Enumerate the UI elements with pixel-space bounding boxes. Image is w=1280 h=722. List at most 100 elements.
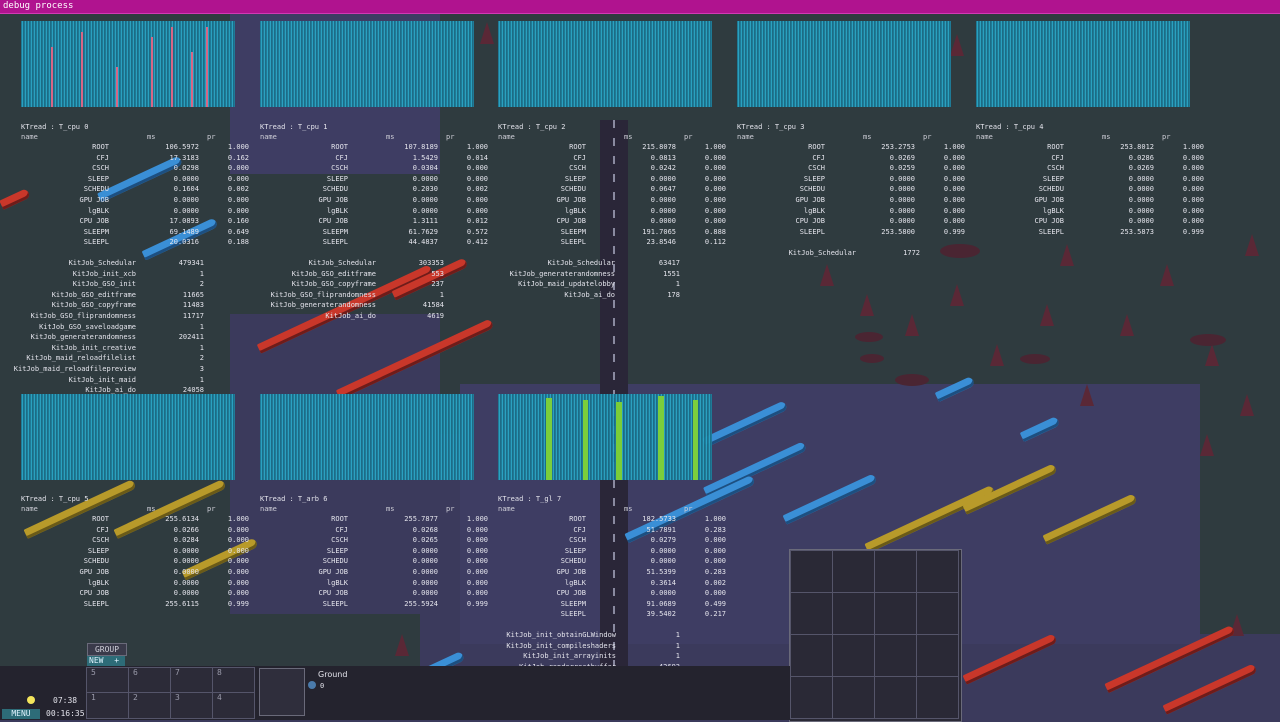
row-name: SCHEDU — [322, 185, 348, 194]
row-name: SLEEP — [326, 546, 348, 555]
job-count: 1 — [675, 652, 680, 661]
row-ms: 0.0000 — [650, 557, 676, 566]
row-pr: 0.000 — [943, 164, 965, 173]
selected-unit-portrait[interactable] — [259, 668, 305, 716]
row-ms: 69.1489 — [169, 227, 199, 236]
row-ms: 44.4837 — [408, 238, 438, 247]
row-name: CFJ — [573, 525, 586, 534]
thread-panel-row: CSCH 0.0304 0.000 — [260, 163, 490, 174]
window-title: debug process — [3, 1, 74, 11]
thread-panel-row: SCHEDU 0.0000 0.000 — [21, 556, 251, 567]
thread-panel-row: SLEEPL 20.0316 0.188 — [21, 237, 251, 248]
job-name: KitJob_generaterandomness — [509, 269, 615, 278]
row-ms: 255.7877 — [404, 515, 438, 523]
group-slot[interactable]: 1 — [86, 692, 129, 719]
row-name: ROOT — [92, 143, 109, 151]
selection-type-label: Ground — [318, 670, 348, 679]
new-group-button[interactable]: NEW + — [87, 656, 125, 666]
group-slot-number: 1 — [91, 693, 96, 702]
row-name: SLEEPL — [560, 610, 586, 619]
row-name: SLEEPM — [560, 227, 586, 236]
row-pr: 0.999 — [466, 599, 488, 608]
row-name: SLEEP — [326, 174, 348, 183]
row-name: GPU JOB — [556, 195, 586, 204]
row-ms: 255.6134 — [165, 515, 199, 523]
group-slot[interactable]: 8 — [212, 667, 255, 693]
row-name: GPU JOB — [1034, 195, 1064, 204]
minimap[interactable] — [789, 549, 962, 722]
job-count: 1 — [675, 641, 680, 650]
tree — [1240, 394, 1254, 416]
thread-panel-row: SCHEDU 0.0000 0.000 — [976, 184, 1206, 195]
row-name: CPU JOB — [318, 589, 348, 598]
row-pr: 0.000 — [227, 546, 249, 555]
row-name: SLEEP — [564, 174, 586, 183]
group-slot[interactable]: 5 — [86, 667, 129, 693]
row-pr: 0.000 — [466, 525, 488, 534]
profiler-graph-cpu3 — [737, 21, 951, 107]
job-name: KitJob_Schedular — [788, 249, 856, 257]
thread-panel: KTread : T_cpu 0 name ms pr ROOT 106.5972 1.00… — [21, 122, 251, 248]
row-pr: 0.000 — [943, 174, 965, 183]
row-ms: 91.0689 — [646, 599, 676, 608]
menu-button[interactable]: MENU — [2, 709, 40, 719]
row-pr: 0.000 — [466, 589, 488, 598]
job-count: 178 — [667, 290, 680, 299]
row-pr: 0.002 — [227, 185, 249, 194]
row-pr: 0.000 — [943, 185, 965, 194]
thread-panel-row: SCHEDU 0.0000 0.000 — [498, 556, 728, 567]
job-count: 2 — [199, 354, 204, 363]
row-name: SLEEPL — [1038, 227, 1064, 236]
group-label: GROUP — [87, 643, 127, 656]
row-ms: 17.0893 — [169, 217, 199, 226]
job-count: 11665 — [182, 290, 204, 299]
group-slot[interactable]: 6 — [128, 667, 171, 693]
row-ms: 20.0316 — [169, 238, 199, 247]
group-slot[interactable]: 3 — [170, 692, 213, 719]
row-name: SCHEDU — [560, 557, 586, 566]
row-ms: 0.0000 — [1128, 174, 1154, 183]
job-count: 303353 — [418, 259, 444, 267]
row-name: CSCH — [569, 536, 586, 545]
row-pr: 0.000 — [227, 589, 249, 598]
row-pr: 0.014 — [466, 153, 488, 162]
row-pr: 0.000 — [466, 206, 488, 215]
row-pr: 0.000 — [943, 206, 965, 215]
row-name: SLEEPM — [83, 227, 109, 236]
row-name: lgBLK — [564, 578, 586, 587]
row-pr: 1.000 — [466, 143, 488, 151]
thread-panel-row: CPU JOB 0.0000 0.000 — [498, 588, 728, 599]
row-ms: 0.0000 — [650, 195, 676, 204]
job-name: KitJob_generaterandomness — [30, 333, 136, 342]
minimap-cell — [790, 676, 833, 719]
thread-panel-row: SLEEPL 44.4837 0.412 — [260, 237, 490, 248]
group-slot[interactable]: 4 — [212, 692, 255, 719]
row-ms: 255.6115 — [165, 599, 199, 608]
row-name: CSCH — [92, 536, 109, 545]
job-name: KitJob_maid_reloadfilepreview — [13, 364, 136, 373]
group-slot[interactable]: 7 — [170, 667, 213, 693]
group-slot[interactable]: 2 — [128, 692, 171, 719]
thread-panel-row: SLEEP 0.0000 0.000 — [498, 174, 728, 185]
thread-panel-row: CSCH 0.0298 0.000 — [21, 163, 251, 174]
red-destroyer[interactable] — [1162, 663, 1258, 715]
row-ms: 1.3111 — [412, 217, 438, 226]
job-name: KitJob_init_xcb — [72, 269, 136, 278]
tree — [820, 264, 834, 286]
row-name: GPU JOB — [79, 195, 109, 204]
job-name: KitJob_Schedular — [547, 259, 615, 267]
row-pr: 0.002 — [704, 578, 726, 587]
row-ms: 39.5402 — [646, 610, 676, 619]
row-name: SLEEPM — [560, 599, 586, 608]
profiler-graph-cpu1 — [260, 21, 474, 107]
row-pr: 0.000 — [943, 195, 965, 204]
thread-panel-row: SCHEDU 0.0647 0.000 — [498, 184, 728, 195]
row-ms: 0.0284 — [173, 536, 199, 545]
crater — [895, 374, 929, 386]
row-name: CSCH — [331, 536, 348, 545]
thread-panel-title: KTread : T_arb 6 — [260, 495, 328, 503]
row-pr: 0.000 — [227, 206, 249, 215]
thread-panel-row: CPU JOB 1.3111 0.012 — [260, 216, 490, 227]
row-pr: 0.000 — [227, 536, 249, 545]
thread-panel-row: SLEEP 0.0000 0.000 — [21, 174, 251, 185]
